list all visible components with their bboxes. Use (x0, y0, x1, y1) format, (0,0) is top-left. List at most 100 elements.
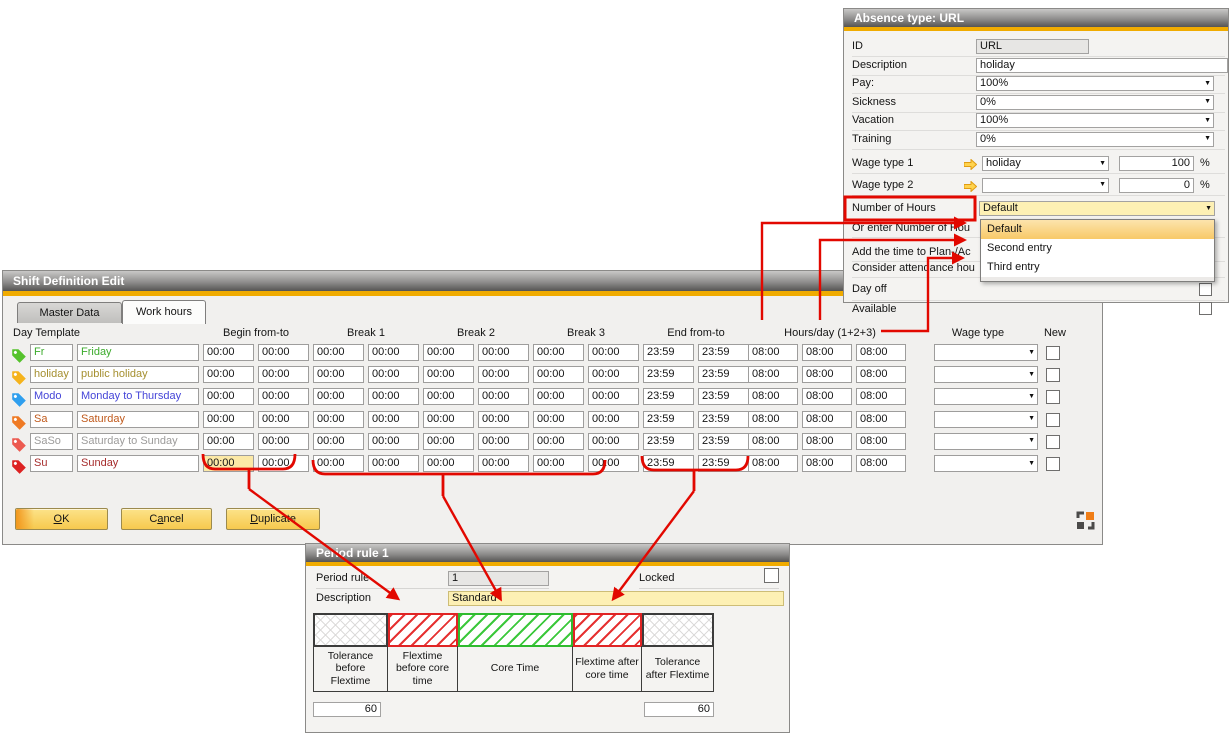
wage-type-combo-holiday[interactable] (934, 366, 1038, 383)
hours-cell-saso-1[interactable]: 08:00 (802, 433, 852, 450)
tolerance-before-field[interactable]: 60 (313, 702, 381, 717)
hours-cell-modo-1[interactable]: 08:00 (802, 388, 852, 405)
time-cell-su-4[interactable]: 00:00 (423, 455, 474, 472)
time-cell-holiday-8[interactable]: 23:59 (643, 366, 694, 383)
absence-dialog-titlebar[interactable]: Absence type: URL (844, 9, 1228, 27)
time-cell-sa-0[interactable]: 00:00 (203, 411, 254, 428)
tolerance-after-field[interactable]: 60 (644, 702, 714, 717)
time-cell-fr-9[interactable]: 23:59 (698, 344, 749, 361)
time-cell-saso-3[interactable]: 00:00 (368, 433, 419, 450)
time-cell-su-8[interactable]: 23:59 (643, 455, 694, 472)
number-of-hours-dropdown-list[interactable]: DefaultSecond entryThird entry (980, 219, 1215, 282)
wage-type-1-combo[interactable]: holiday (982, 156, 1109, 171)
day-name-field-holiday[interactable]: public holiday (77, 366, 199, 383)
tab-master-data[interactable]: Master Data (17, 302, 122, 323)
hours-cell-sa-0[interactable]: 08:00 (748, 411, 798, 428)
period-rule-field[interactable]: 1 (448, 571, 549, 586)
day-id-field-su[interactable]: Su (30, 455, 73, 472)
time-cell-holiday-7[interactable]: 00:00 (588, 366, 639, 383)
wage-type-combo-su[interactable] (934, 455, 1038, 472)
time-cell-su-9[interactable]: 23:59 (698, 455, 749, 472)
time-cell-sa-1[interactable]: 00:00 (258, 411, 309, 428)
time-cell-holiday-0[interactable]: 00:00 (203, 366, 254, 383)
time-cell-su-6[interactable]: 00:00 (533, 455, 584, 472)
expand-window-icon[interactable] (1076, 511, 1095, 530)
time-cell-modo-1[interactable]: 00:00 (258, 388, 309, 405)
time-cell-fr-8[interactable]: 23:59 (643, 344, 694, 361)
wage-type-1-percent-field[interactable]: 100 (1119, 156, 1194, 171)
time-cell-sa-9[interactable]: 23:59 (698, 411, 749, 428)
time-cell-modo-5[interactable]: 00:00 (478, 388, 529, 405)
time-cell-su-7[interactable]: 00:00 (588, 455, 639, 472)
time-cell-fr-3[interactable]: 00:00 (368, 344, 419, 361)
new-checkbox-saso[interactable] (1046, 435, 1060, 449)
time-cell-sa-5[interactable]: 00:00 (478, 411, 529, 428)
locked-checkbox[interactable] (764, 568, 779, 583)
day-name-field-su[interactable]: Sunday (77, 455, 199, 472)
dropdown-item-default[interactable]: Default (981, 220, 1214, 239)
hours-cell-su-2[interactable]: 08:00 (856, 455, 906, 472)
hours-cell-modo-0[interactable]: 08:00 (748, 388, 798, 405)
dropdown-item-third-entry[interactable]: Third entry (981, 258, 1214, 277)
link-arrow-icon[interactable] (964, 181, 977, 192)
time-cell-holiday-4[interactable]: 00:00 (423, 366, 474, 383)
new-checkbox-sa[interactable] (1046, 413, 1060, 427)
number-of-hours-combo[interactable]: Default (979, 201, 1215, 216)
new-checkbox-modo[interactable] (1046, 390, 1060, 404)
time-cell-modo-9[interactable]: 23:59 (698, 388, 749, 405)
time-cell-fr-2[interactable]: 00:00 (313, 344, 364, 361)
absence-combo-sickness[interactable]: 0% (976, 95, 1214, 110)
new-checkbox-fr[interactable] (1046, 346, 1060, 360)
hours-cell-holiday-0[interactable]: 08:00 (748, 366, 798, 383)
time-cell-fr-4[interactable]: 00:00 (423, 344, 474, 361)
time-cell-saso-8[interactable]: 23:59 (643, 433, 694, 450)
time-cell-modo-8[interactable]: 23:59 (643, 388, 694, 405)
hours-cell-su-0[interactable]: 08:00 (748, 455, 798, 472)
wage-type-combo-modo[interactable] (934, 388, 1038, 405)
period-window-titlebar[interactable]: Period rule 1 (306, 544, 789, 562)
day-name-field-fr[interactable]: Friday (77, 344, 199, 361)
link-arrow-icon[interactable] (964, 159, 977, 170)
time-cell-saso-0[interactable]: 00:00 (203, 433, 254, 450)
time-cell-saso-2[interactable]: 00:00 (313, 433, 364, 450)
ok-button[interactable]: OK (15, 508, 108, 530)
time-cell-fr-0[interactable]: 00:00 (203, 344, 254, 361)
absence-combo-training[interactable]: 0% (976, 132, 1214, 147)
hours-cell-modo-2[interactable]: 08:00 (856, 388, 906, 405)
tab-work-hours[interactable]: Work hours (122, 300, 206, 324)
time-cell-saso-5[interactable]: 00:00 (478, 433, 529, 450)
time-cell-modo-2[interactable]: 00:00 (313, 388, 364, 405)
wage-type-combo-fr[interactable] (934, 344, 1038, 361)
time-cell-modo-3[interactable]: 00:00 (368, 388, 419, 405)
duplicate-button[interactable]: Duplicate (226, 508, 320, 530)
hours-cell-saso-2[interactable]: 08:00 (856, 433, 906, 450)
wage-type-combo-saso[interactable] (934, 433, 1038, 450)
day-id-field-fr[interactable]: Fr (30, 344, 73, 361)
day-id-field-modo[interactable]: Modo (30, 388, 73, 405)
hours-cell-fr-0[interactable]: 08:00 (748, 344, 798, 361)
wage-type-2-combo[interactable] (982, 178, 1109, 193)
day-id-field-holiday[interactable]: holiday (30, 366, 73, 383)
time-cell-saso-9[interactable]: 23:59 (698, 433, 749, 450)
time-cell-sa-3[interactable]: 00:00 (368, 411, 419, 428)
time-cell-su-0[interactable]: 00:00 (203, 455, 254, 472)
time-cell-fr-7[interactable]: 00:00 (588, 344, 639, 361)
time-cell-sa-4[interactable]: 00:00 (423, 411, 474, 428)
time-cell-su-3[interactable]: 00:00 (368, 455, 419, 472)
time-cell-holiday-9[interactable]: 23:59 (698, 366, 749, 383)
hours-cell-saso-0[interactable]: 08:00 (748, 433, 798, 450)
hours-cell-fr-1[interactable]: 08:00 (802, 344, 852, 361)
day-id-field-sa[interactable]: Sa (30, 411, 73, 428)
day-id-field-saso[interactable]: SaSo (30, 433, 73, 450)
new-checkbox-su[interactable] (1046, 457, 1060, 471)
description-field[interactable]: Standard (448, 591, 784, 606)
absence-combo-vacation[interactable]: 100% (976, 113, 1214, 128)
time-cell-saso-7[interactable]: 00:00 (588, 433, 639, 450)
day-name-field-sa[interactable]: Saturday (77, 411, 199, 428)
time-cell-modo-7[interactable]: 00:00 (588, 388, 639, 405)
time-cell-saso-6[interactable]: 00:00 (533, 433, 584, 450)
wage-type-combo-sa[interactable] (934, 411, 1038, 428)
time-cell-sa-2[interactable]: 00:00 (313, 411, 364, 428)
time-cell-su-1[interactable]: 00:00 (258, 455, 309, 472)
time-cell-modo-6[interactable]: 00:00 (533, 388, 584, 405)
